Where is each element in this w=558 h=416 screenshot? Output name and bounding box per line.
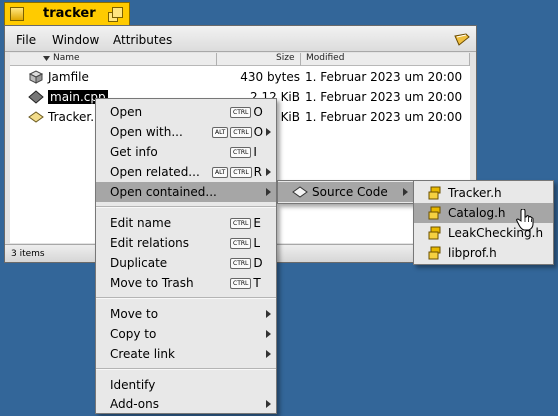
- submenu-arrow-icon: [266, 330, 271, 338]
- file-modified: 1. Februar 2023 um 20:00: [305, 90, 463, 104]
- folder-type-icon: [292, 186, 308, 198]
- column-modified[interactable]: Modified: [306, 53, 344, 63]
- menu-item-create-link[interactable]: Create link: [96, 344, 276, 364]
- item-count: 3 items: [11, 249, 45, 259]
- menu-item-open-related[interactable]: Open related... ALT CTRL R: [96, 162, 276, 182]
- menu-item-open-with[interactable]: Open with... ALT CTRL O: [96, 122, 276, 142]
- submenu-contained: Source Code: [277, 180, 414, 204]
- menu-item-edit-relations[interactable]: Edit relations CTRL L: [96, 233, 276, 253]
- makefile-icon: [28, 70, 44, 84]
- column-header: Name Size Modified: [10, 53, 470, 66]
- menu-item-add-ons[interactable]: Add-ons: [96, 394, 276, 414]
- column-name[interactable]: Name: [53, 53, 80, 63]
- file-size: KiB: [280, 110, 300, 124]
- file-modified: 1. Februar 2023 um 20:00: [305, 110, 463, 124]
- context-menu: Open CTRL O Open with... ALT CTRL O Get inf…: [95, 98, 277, 414]
- menu-item-move-to[interactable]: Move to: [96, 304, 276, 324]
- tracker-icon[interactable]: [454, 31, 470, 47]
- file-row[interactable]: Jamfile 430 bytes 1. Februar 2023 um 20:…: [10, 67, 470, 87]
- menu-item-header-file[interactable]: Tracker.h: [414, 183, 553, 203]
- window-title: tracker: [43, 6, 96, 21]
- sort-arrow-icon: [43, 56, 50, 61]
- submenu-arrow-icon: [266, 310, 271, 318]
- menu-item-copy-to[interactable]: Copy to: [96, 324, 276, 344]
- header-file-icon: [428, 246, 441, 260]
- menu-item-identify[interactable]: Identify: [96, 375, 276, 395]
- close-button[interactable]: [10, 7, 24, 21]
- menu-item-open[interactable]: Open CTRL O: [96, 102, 276, 122]
- file-name: Jamfile: [48, 70, 89, 84]
- header-file-icon: [428, 186, 441, 200]
- menu-item-source-code[interactable]: Source Code: [278, 182, 413, 202]
- menu-attributes[interactable]: Attributes: [113, 33, 172, 47]
- menu-window[interactable]: Window: [52, 33, 99, 47]
- hand-cursor-icon: [516, 209, 534, 231]
- column-size[interactable]: Size: [276, 53, 294, 63]
- submenu-arrow-icon: [266, 400, 271, 408]
- header-file-icon: [428, 206, 441, 220]
- file-modified: 1. Februar 2023 um 20:00: [305, 70, 463, 84]
- file-name: Tracker.: [48, 110, 95, 124]
- zoom-button[interactable]: [108, 7, 124, 23]
- submenu-arrow-icon: [403, 188, 408, 196]
- menu-item-get-info[interactable]: Get info CTRL I: [96, 142, 276, 162]
- menu-item-open-contained[interactable]: Open contained...: [96, 182, 276, 202]
- menu-item-duplicate[interactable]: Duplicate CTRL D: [96, 253, 276, 273]
- menu-item-edit-name[interactable]: Edit name CTRL E: [96, 213, 276, 233]
- file-size: 430 bytes: [240, 70, 300, 84]
- submenu-arrow-icon: [266, 188, 271, 196]
- menu-file[interactable]: File: [16, 33, 36, 47]
- submenu-arrow-icon: [266, 350, 271, 358]
- window-tab[interactable]: tracker: [4, 2, 130, 25]
- menu-item-header-file[interactable]: libprof.h: [414, 243, 553, 263]
- submenu-arrow-icon: [266, 168, 271, 176]
- submenu-arrow-icon: [266, 128, 271, 136]
- resource-file-icon: [28, 111, 44, 123]
- menu-item-move-to-trash[interactable]: Move to Trash CTRL T: [96, 273, 276, 293]
- source-file-icon: [28, 90, 44, 104]
- menubar: File Window Attributes: [5, 26, 476, 52]
- header-file-icon: [428, 226, 441, 240]
